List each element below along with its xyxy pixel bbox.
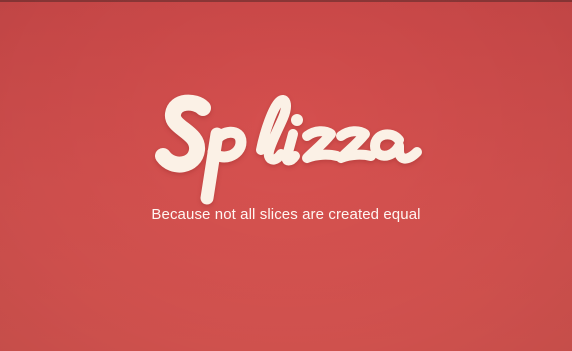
hero-section: Splizza Because not all slices are creat… [0,80,572,270]
splizza-logo [155,94,422,205]
logo-wordmark-text: Splizza [0,80,1,81]
tagline: Because not all slices are created equal [151,206,421,223]
top-border-line [0,0,572,2]
